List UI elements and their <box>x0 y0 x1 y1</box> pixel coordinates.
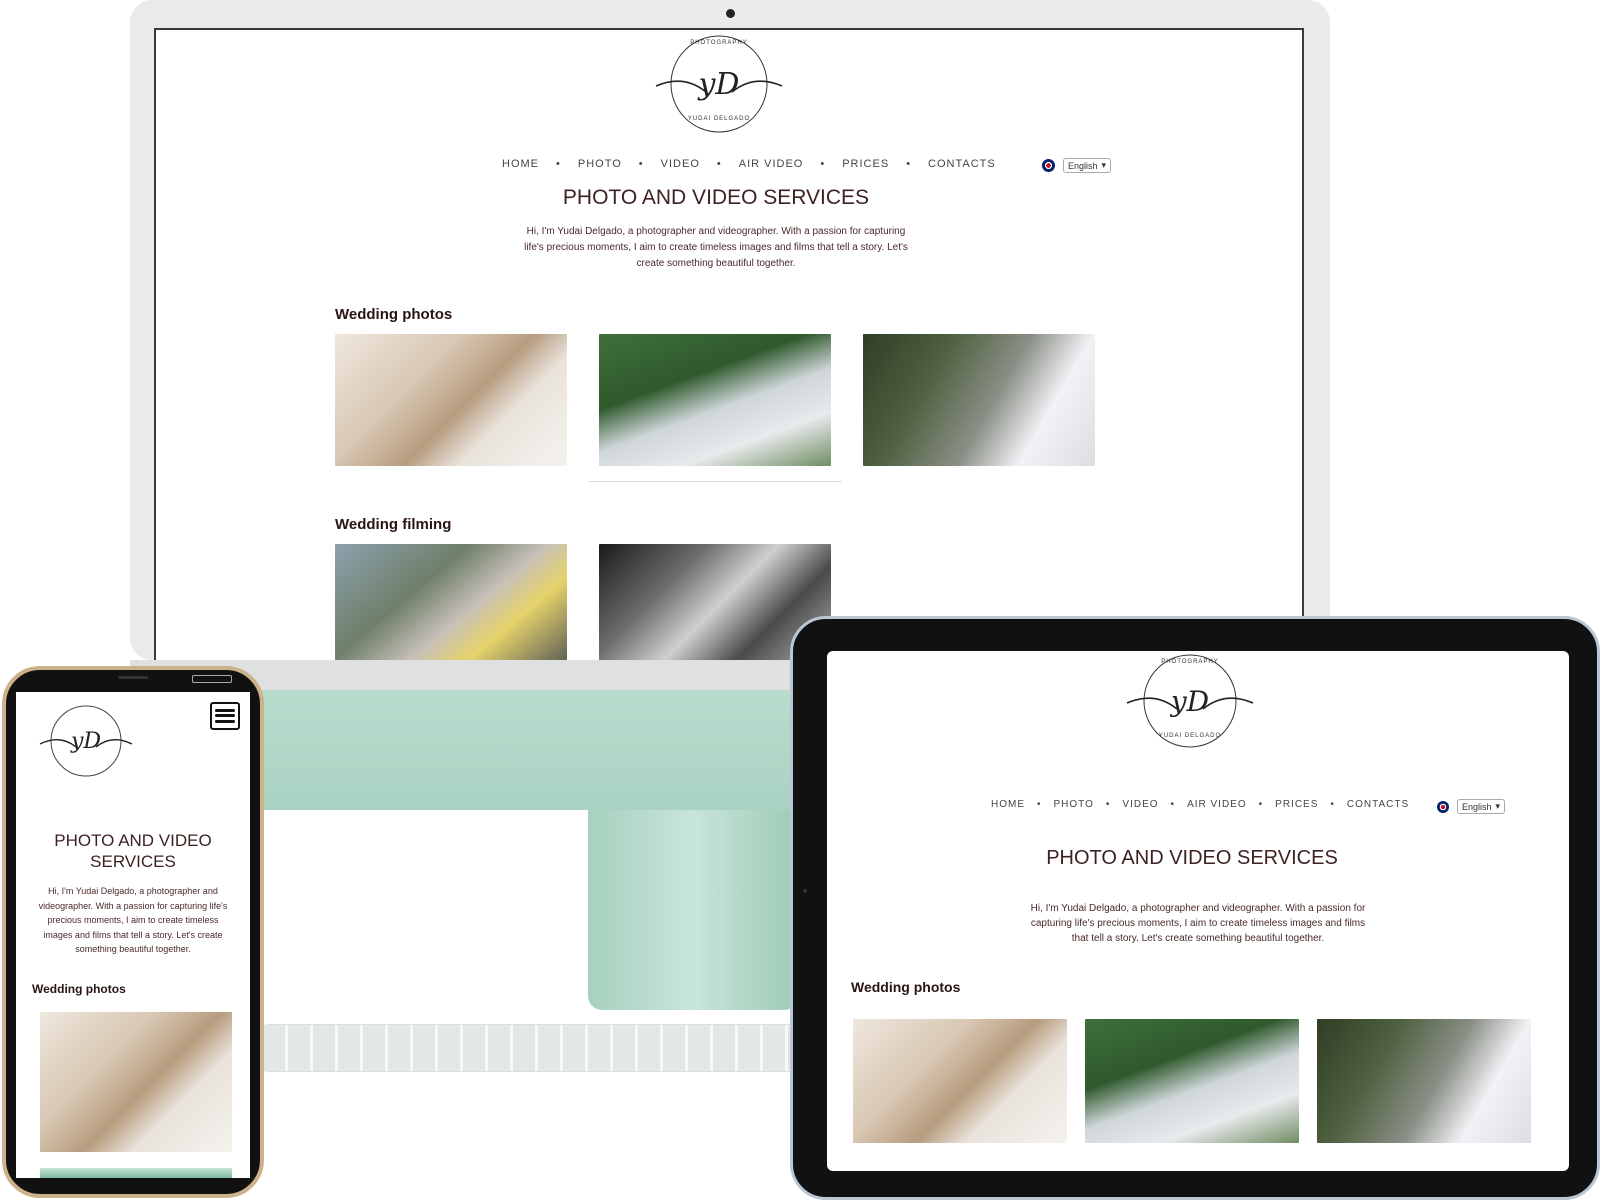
language-switcher[interactable]: English ▾ <box>1437 799 1506 814</box>
language-label: English <box>1462 801 1492 812</box>
tablet-camera <box>803 889 807 893</box>
nav-home[interactable]: HOME <box>991 799 1025 810</box>
intro-text: Hi, I'm Yudai Delgado, a photographer an… <box>524 226 908 269</box>
wedding-video-1[interactable] <box>335 544 567 660</box>
nav-prices[interactable]: PRICES <box>1275 799 1318 810</box>
nav-separator: • <box>556 158 561 170</box>
nav-video[interactable]: VIDEO <box>661 158 700 170</box>
nav-air-video[interactable]: AIR VIDEO <box>1187 799 1247 810</box>
tablet-screen: yD PHOTOGRAPHY YUDAI DELGADO HOME • PHOT… <box>827 651 1569 1171</box>
nav-separator: • <box>1105 799 1111 810</box>
phone-screen: yD PHOTO AND VIDEO SERVICES Hi, I'm Yuda… <box>16 692 250 1178</box>
nav-photo[interactable]: PHOTO <box>1054 799 1094 810</box>
intro-text: Hi, I'm Yudai Delgado, a photographer an… <box>38 886 228 954</box>
section-heading-wedding-photos: Wedding photos <box>32 982 126 996</box>
wedding-photo-3[interactable] <box>863 334 1095 466</box>
tablet-device: yD PHOTOGRAPHY YUDAI DELGADO HOME • PHOT… <box>790 616 1600 1200</box>
nav-contacts[interactable]: CONTACTS <box>1347 799 1409 810</box>
page-title: PHOTO AND VIDEO SERVICES <box>1046 847 1338 869</box>
phone-device: yD PHOTO AND VIDEO SERVICES Hi, I'm Yuda… <box>2 666 264 1198</box>
menu-icon[interactable] <box>210 702 240 730</box>
logo-top-text: PHOTOGRAPHY <box>690 40 748 46</box>
chevron-down-icon: ▾ <box>1101 160 1107 170</box>
page-title: PHOTO AND VIDEO SERVICES <box>54 831 212 871</box>
main-nav: HOME • PHOTO • VIDEO • AIR VIDEO • PRICE… <box>991 799 1409 810</box>
wedding-photo-2[interactable] <box>40 1168 232 1178</box>
language-switcher[interactable]: English ▾ <box>1042 158 1112 173</box>
logo-bottom-text: YUDAI DELGADO <box>687 116 751 122</box>
nav-air-video[interactable]: AIR VIDEO <box>739 158 804 170</box>
language-select[interactable]: English ▾ <box>1457 799 1506 814</box>
nav-home[interactable]: HOME <box>502 158 539 170</box>
phone-status-bar <box>6 670 260 692</box>
nav-separator: • <box>1170 799 1176 810</box>
site-logo[interactable]: yD <box>38 704 134 778</box>
page-title: PHOTO AND VIDEO SERVICES <box>562 186 870 209</box>
nav-prices[interactable]: PRICES <box>842 158 889 170</box>
monitor-stand-neck <box>588 810 798 1010</box>
section-divider <box>588 481 842 482</box>
language-label: English <box>1068 160 1098 171</box>
nav-separator: • <box>716 158 722 170</box>
wedding-photo-3[interactable] <box>1317 1019 1531 1143</box>
section-heading-wedding-photos: Wedding photos <box>851 979 961 995</box>
keyboard <box>262 1024 802 1072</box>
main-nav: HOME • PHOTO • VIDEO • AIR VIDEO • PRICE… <box>502 158 996 170</box>
section-heading-wedding-filming: Wedding filming <box>335 516 452 533</box>
section-heading-wedding-photos: Wedding photos <box>335 306 453 323</box>
webcam-icon <box>726 9 735 18</box>
logo-bottom-text: YUDAI DELGADO <box>1158 733 1222 739</box>
monitor-screen: yD PHOTOGRAPHY YUDAI DELGADO HOME • PHOT… <box>154 28 1304 660</box>
nav-separator: • <box>820 158 826 170</box>
nav-separator: • <box>906 158 912 170</box>
wedding-photo-1[interactable] <box>335 334 567 466</box>
chevron-down-icon: ▾ <box>1495 801 1501 811</box>
logo-monogram: yD <box>70 728 102 754</box>
language-select[interactable]: English ▾ <box>1063 158 1112 173</box>
wedding-photo-1[interactable] <box>853 1019 1067 1143</box>
wedding-photo-2[interactable] <box>1085 1019 1299 1143</box>
logo-top-text: PHOTOGRAPHY <box>1161 659 1219 665</box>
uk-flag-icon <box>1042 159 1055 172</box>
wedding-photo-1[interactable] <box>40 1012 232 1152</box>
intro-text: Hi, I'm Yudai Delgado, a photographer an… <box>1030 903 1366 944</box>
monitor-stand <box>255 690 815 810</box>
nav-separator: • <box>638 158 644 170</box>
phone-speaker <box>118 676 148 679</box>
logo-monogram: yD <box>698 66 740 102</box>
uk-flag-icon <box>1437 800 1449 813</box>
logo-monogram: yD <box>1170 684 1210 718</box>
wedding-photo-2[interactable] <box>599 334 831 466</box>
battery-icon <box>192 675 232 683</box>
nav-video[interactable]: VIDEO <box>1122 799 1158 810</box>
nav-separator: • <box>1258 799 1264 810</box>
nav-separator: • <box>1037 799 1042 810</box>
nav-photo[interactable]: PHOTO <box>578 158 622 170</box>
nav-contacts[interactable]: CONTACTS <box>928 158 996 170</box>
nav-separator: • <box>1330 799 1335 810</box>
